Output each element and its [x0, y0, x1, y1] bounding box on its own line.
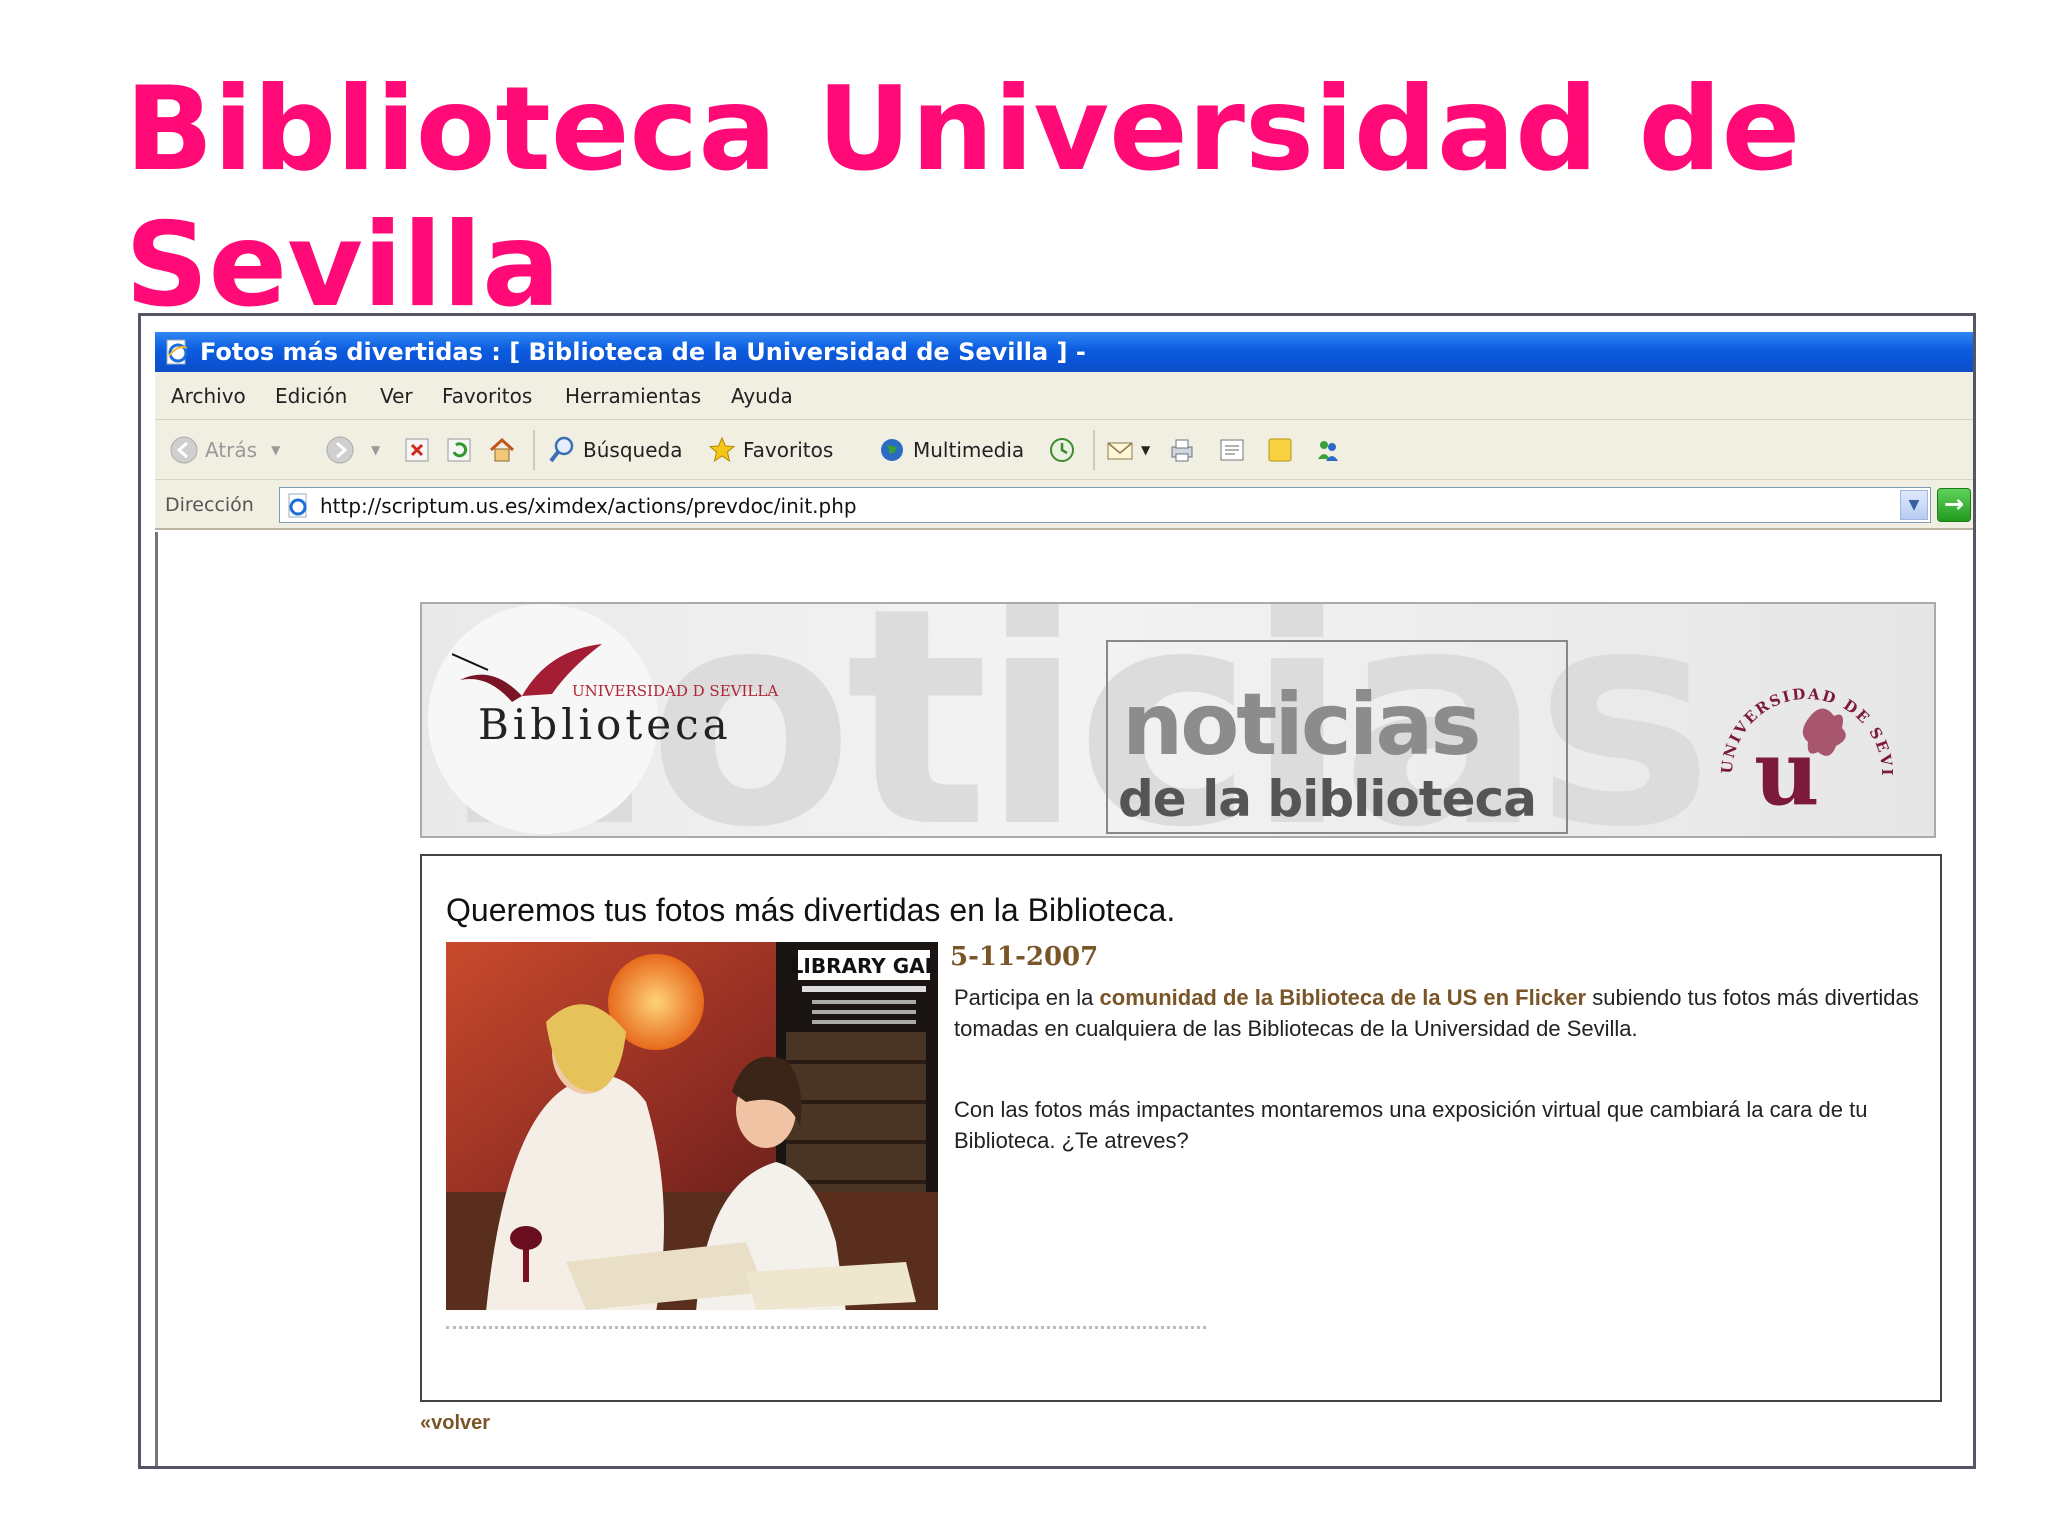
address-input[interactable]: http://scriptum.us.es/ximdex/actions/pre… — [279, 487, 1931, 523]
edit-page-icon — [1220, 439, 1244, 461]
media-label: Multimedia — [913, 438, 1025, 462]
window-titlebar[interactable]: Fotos más divertidas : [ Biblioteca de l… — [155, 332, 1973, 372]
home-button[interactable] — [487, 434, 523, 466]
noticias-subtitle: de la biblioteca — [1118, 770, 1537, 828]
menu-favoritos[interactable]: Favoritos — [442, 384, 532, 408]
menu-bar: Archivo Edición Ver Favoritos Herramient… — [155, 372, 1973, 420]
window-title: Fotos más divertidas : [ Biblioteca de l… — [200, 338, 1086, 366]
address-url: http://scriptum.us.es/ximdex/actions/pre… — [320, 494, 857, 518]
refresh-icon — [447, 438, 471, 462]
news-article: Queremos tus fotos más divertidas en la … — [420, 854, 1942, 1402]
mail-dropdown-icon[interactable]: ▼ — [1141, 443, 1150, 457]
search-button[interactable]: Búsqueda — [547, 434, 682, 466]
forward-button[interactable]: ▼ — [325, 434, 380, 466]
article-photo[interactable]: LIBRARY GAL — [446, 942, 938, 1310]
ie-page-icon — [166, 339, 188, 365]
back-link[interactable]: «volver — [420, 1412, 490, 1435]
back-arrow-icon — [170, 436, 198, 464]
note-icon — [1268, 438, 1292, 462]
menu-edicion[interactable]: Edición — [275, 384, 347, 408]
favorites-label: Favoritos — [743, 438, 834, 462]
media-button[interactable]: Multimedia — [877, 434, 1024, 466]
go-button[interactable]: → — [1937, 488, 1971, 522]
history-icon — [1050, 438, 1074, 462]
slide-title: Biblioteca Universidad de Sevilla — [125, 62, 1801, 333]
back-button[interactable]: Atrás ▼ — [169, 434, 280, 466]
para1-text-start: Participa en la — [954, 985, 1100, 1010]
mail-button[interactable]: ▼ — [1105, 434, 1150, 466]
back-link-label: volver — [431, 1412, 491, 1434]
news-banner: noticias UNIVERSIDAD D SEVILLA Bibliotec… — [420, 602, 1936, 838]
university-seal-logo: UNIVERSIDAD DE SEVILLA u — [1712, 654, 1894, 824]
article-date: 5-11-2007 — [950, 942, 1099, 972]
noticias-logo: noticias de la biblioteca — [1106, 640, 1568, 834]
forward-dropdown-icon[interactable]: ▼ — [371, 443, 380, 457]
search-label: Búsqueda — [583, 438, 683, 462]
stop-icon — [405, 438, 429, 462]
address-dropdown-icon[interactable]: ▼ — [1900, 490, 1928, 520]
back-label: Atrás — [205, 438, 258, 462]
home-icon — [489, 437, 515, 462]
search-icon — [549, 436, 574, 463]
menu-ayuda[interactable]: Ayuda — [731, 384, 793, 408]
messenger-button[interactable] — [1313, 434, 1349, 466]
refresh-button[interactable] — [445, 434, 479, 466]
toolbar: Atrás ▼ ▼ Búsqueda Favoritos Multimedia … — [155, 420, 1973, 480]
messenger-icon — [1318, 441, 1338, 461]
address-label: Dirección — [165, 494, 254, 516]
print-button[interactable] — [1167, 434, 1203, 466]
ie-page-icon — [288, 493, 307, 518]
dotted-divider — [446, 1326, 1206, 1330]
noticias-word: noticias — [1122, 675, 1482, 775]
history-button[interactable] — [1047, 434, 1083, 466]
flickr-community-link[interactable]: comunidad de la Biblioteca de la US en F… — [1100, 985, 1587, 1010]
browser-window: Fotos más divertidas : [ Biblioteca de l… — [138, 313, 1976, 1469]
menu-ver[interactable]: Ver — [380, 384, 413, 408]
star-icon — [708, 436, 736, 463]
article-paragraph-2: Con las fotos más impactantes montaremos… — [954, 1097, 1868, 1153]
stop-button[interactable] — [403, 434, 437, 466]
article-title: Queremos tus fotos más divertidas en la … — [446, 892, 1176, 928]
back-dropdown-icon[interactable]: ▼ — [271, 443, 280, 457]
edit-button[interactable] — [1217, 434, 1253, 466]
university-caption: UNIVERSIDAD D SEVILLA — [572, 682, 779, 700]
poster-caption: LIBRARY GAL — [791, 954, 938, 978]
menu-archivo[interactable]: Archivo — [171, 384, 246, 408]
forward-arrow-icon — [326, 436, 354, 464]
menu-herramientas[interactable]: Herramientas — [565, 384, 701, 408]
media-globe-icon — [881, 439, 903, 461]
page-content: noticias UNIVERSIDAD D SEVILLA Bibliotec… — [155, 532, 1973, 1466]
back-link-arrow-icon: « — [420, 1412, 432, 1434]
favorites-button[interactable]: Favoritos — [707, 434, 833, 466]
library-gal-poster-image: LIBRARY GAL — [446, 942, 938, 1310]
mail-icon — [1107, 442, 1133, 460]
address-bar: Dirección http://scriptum.us.es/ximdex/a… — [155, 480, 1973, 530]
article-paragraph-1: Participa en la comunidad de la Bibliote… — [954, 982, 1934, 1044]
print-icon — [1171, 439, 1193, 462]
discuss-button[interactable] — [1265, 434, 1301, 466]
library-logo-name: Biblioteca — [478, 700, 732, 749]
